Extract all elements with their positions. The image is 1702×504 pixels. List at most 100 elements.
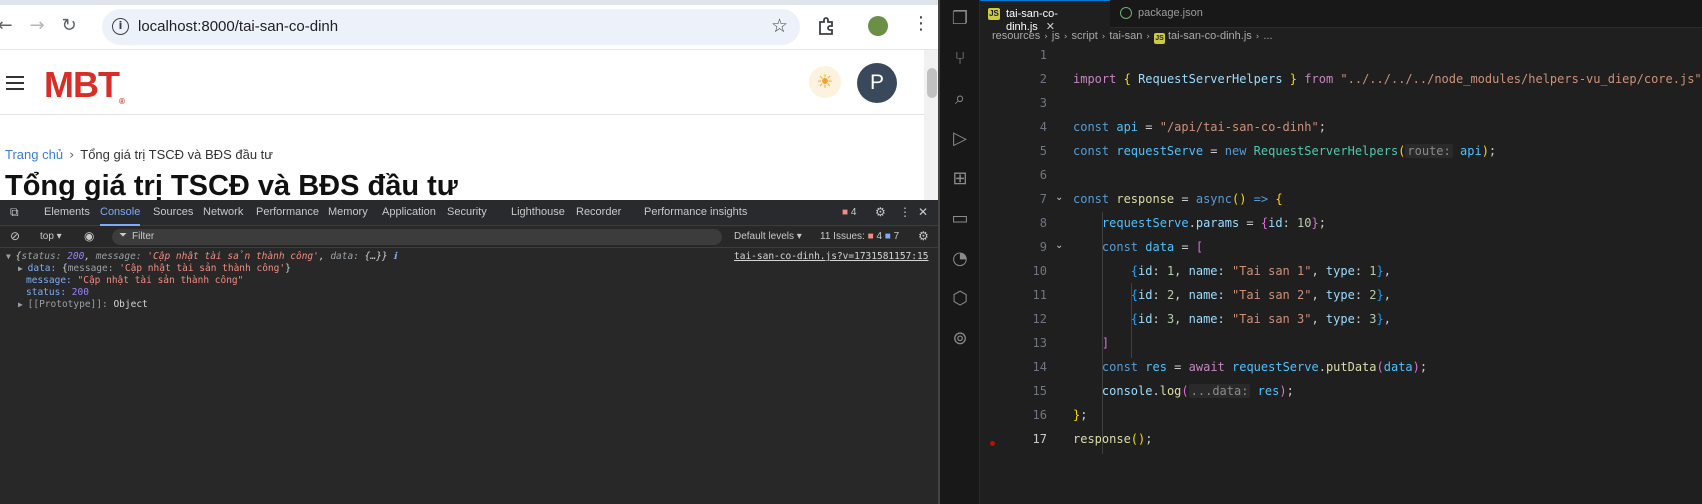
breadcrumb-resources[interactable]: resources [992, 30, 1040, 42]
code-line: 5 const requestServe = new RequestServerH… [1039, 144, 1497, 158]
chevron-right-icon: › [69, 148, 75, 163]
site-logo[interactable]: MBT® [44, 64, 125, 106]
code-line: 2 import { RequestServerHelpers } from ".… [1039, 72, 1702, 86]
code-line: 10 {id: 1, name: "Tai san 1", type: 1}, [1032, 264, 1391, 278]
breadcrumb-js[interactable]: js [1052, 30, 1060, 42]
tab-network[interactable]: Network [203, 206, 243, 218]
vscode-window: ❐ ⑂ ⌕ ▷ ⊞ ▭ ◔ ⬡ ⊚ JS tai-san-co-dinh.js ✕ … [940, 0, 1702, 504]
forward-icon[interactable]: → [26, 15, 48, 37]
code-line: 1 [1039, 48, 1047, 62]
fold-chevron-icon[interactable]: ⌄ [1055, 192, 1063, 203]
code-line: 17 response(); [980, 432, 1702, 456]
breadcrumb-script[interactable]: script [1071, 30, 1097, 42]
code-line: 9 ⌄ const data = [ [1039, 240, 1204, 254]
tab-performance-insights[interactable]: Performance insights [644, 206, 747, 218]
console-status-row: status: 200 [26, 287, 89, 298]
browser-menu-icon[interactable]: ⋮ [912, 13, 930, 34]
code-editor[interactable]: 1 2 import { RequestServerHelpers } from … [980, 46, 1702, 504]
address-bar[interactable]: i localhost:8000/tai-san-co-dinh ☆ [102, 9, 800, 45]
close-devtools-icon[interactable]: ✕ [918, 205, 928, 219]
browser-profile-avatar[interactable] [868, 16, 888, 36]
explorer-files-icon[interactable]: ❐ [949, 8, 971, 30]
source-control-icon[interactable]: ⑂ [949, 48, 971, 70]
bookmark-star-icon[interactable]: ☆ [771, 15, 788, 37]
remote-explorer-icon[interactable]: ▭ [949, 208, 971, 230]
tab-lighthouse[interactable]: Lighthouse [511, 206, 565, 218]
code-line: 8 requestServe.params = {id: 10}; [1039, 216, 1326, 230]
console-settings-icon[interactable]: ⚙ [918, 229, 929, 243]
page-title: Tổng giá trị TSCĐ và BĐS đầu tư [5, 170, 458, 200]
tab-tai-san-co-dinh-js[interactable]: JS tai-san-co-dinh.js ✕ [980, 0, 1110, 33]
code-line: 14 const res = await requestServe.putDat… [1032, 360, 1428, 374]
tab-memory[interactable]: Memory [328, 206, 368, 218]
console-message-row: message: "Cập nhật tài sản thành công" [26, 275, 244, 286]
search-icon[interactable]: ⌕ [949, 88, 971, 110]
live-expression-eye-icon[interactable]: ◉ [84, 229, 94, 243]
devtools-tab-bar: ⧉ Elements Console Sources Network Perfo… [0, 200, 940, 226]
inlay-hint: route: [1405, 144, 1453, 158]
info-icon: ℹ [393, 251, 397, 262]
console-log-summary[interactable]: ▼ {status: 200, message: 'Cập nhật tài s… [6, 251, 397, 262]
extensions-icon[interactable] [815, 15, 837, 37]
browser-toolbar: ← → ↻ i localhost:8000/tai-san-co-dinh ☆… [0, 0, 940, 50]
browser-window: ← → ↻ i localhost:8000/tai-san-co-dinh ☆… [0, 0, 940, 504]
code-line: 11 {id: 2, name: "Tai san 2", type: 2}, [1032, 288, 1391, 302]
console-data-row[interactable]: ▶ data: {message: 'Cập nhật tài sản thàn… [18, 263, 291, 274]
editor-breadcrumb: resources › js › script › tai-san › JS tai-san-co… [992, 30, 1273, 44]
theme-toggle-sun-icon[interactable]: ☀ [809, 66, 841, 98]
js-file-icon: JS [1154, 33, 1165, 44]
console-source-link[interactable]: tai-san-co-dinh.js?v=1731581157:15 [734, 251, 928, 262]
js-file-icon: JS [988, 8, 1000, 20]
run-debug-icon[interactable]: ▷ [949, 128, 971, 150]
tab-package-json[interactable]: package.json [1112, 0, 1222, 28]
breadcrumb-current: Tổng giá trị TSCĐ và BĐS đầu tư [80, 147, 273, 162]
web-page: MBT® ☀ P Trang chủ › Tổng giá trị TSCĐ và … [0, 50, 924, 200]
breadcrumb-file[interactable]: tai-san-co-dinh.js [1168, 30, 1252, 42]
containers-icon[interactable]: ⬡ [949, 288, 971, 310]
console-prototype-row[interactable]: ▶ [[Prototype]]: Object [18, 299, 148, 310]
breadcrumb-more[interactable]: ... [1263, 30, 1272, 42]
extensions-icon[interactable]: ⊞ [949, 168, 971, 190]
code-line: 3 [1039, 96, 1047, 110]
settings-gear-icon[interactable]: ⚙ [875, 205, 886, 219]
url-text[interactable]: localhost:8000/tai-san-co-dinh [138, 18, 338, 35]
inlay-hint: ...data: [1188, 384, 1251, 398]
tab-application[interactable]: Application [382, 206, 436, 218]
code-line: 13 ] [1032, 336, 1110, 350]
console-filter-input[interactable]: ⏷ Filter [112, 229, 722, 245]
tab-sources[interactable]: Sources [153, 206, 193, 218]
log-levels-dropdown[interactable]: Default levels ▾ [734, 231, 802, 242]
tab-security[interactable]: Security [447, 206, 487, 218]
activity-bar: ❐ ⑂ ⌕ ▷ ⊞ ▭ ◔ ⬡ ⊚ [940, 0, 980, 504]
json-file-icon [1120, 7, 1132, 19]
site-header: MBT® ☀ P [0, 50, 924, 115]
user-avatar[interactable]: P [857, 63, 897, 103]
clear-console-icon[interactable]: ⊘ [10, 229, 20, 243]
code-line: 4 const api = "/api/tai-san-co-dinh"; [1039, 120, 1326, 134]
fold-chevron-icon[interactable]: ⌄ [1055, 240, 1063, 251]
breadcrumb-home-link[interactable]: Trang chủ [5, 147, 63, 162]
error-count-badge[interactable]: ■ 4 [842, 207, 856, 218]
tab-console[interactable]: Console [100, 206, 141, 226]
device-toolbar-icon[interactable]: ⧉ [10, 205, 19, 220]
timeline-icon[interactable]: ◔ [949, 248, 971, 270]
git-graph-icon[interactable]: ⊚ [949, 328, 971, 350]
reload-icon[interactable]: ↻ [58, 15, 80, 37]
editor-tab-bar: JS tai-san-co-dinh.js ✕ package.json [980, 0, 1702, 33]
devtools-menu-icon[interactable]: ⋮ [899, 205, 911, 219]
site-info-icon[interactable]: i [112, 18, 129, 35]
code-line: 15 console.log(...data: res); [1032, 384, 1294, 398]
code-line: 7 ⌄ const response = async() => { [1039, 192, 1283, 206]
tab-recorder[interactable]: Recorder [576, 206, 621, 218]
code-line: 6 [1039, 168, 1047, 182]
console-toolbar: ⊘ top ▾ ◉ ⏷ Filter Default levels ▾ 11 I… [0, 226, 940, 248]
context-selector[interactable]: top ▾ [40, 231, 62, 242]
tab-strip [0, 0, 940, 5]
tab-elements[interactable]: Elements [44, 206, 90, 218]
breadcrumb-tai-san[interactable]: tai-san [1109, 30, 1142, 42]
hamburger-menu-icon[interactable] [6, 76, 24, 90]
tab-performance[interactable]: Performance [256, 206, 319, 218]
issues-counter[interactable]: 11 Issues: ■ 4 ■ 7 [820, 231, 899, 242]
screen: ← → ↻ i localhost:8000/tai-san-co-dinh ☆… [0, 0, 1702, 504]
back-icon[interactable]: ← [0, 15, 16, 37]
